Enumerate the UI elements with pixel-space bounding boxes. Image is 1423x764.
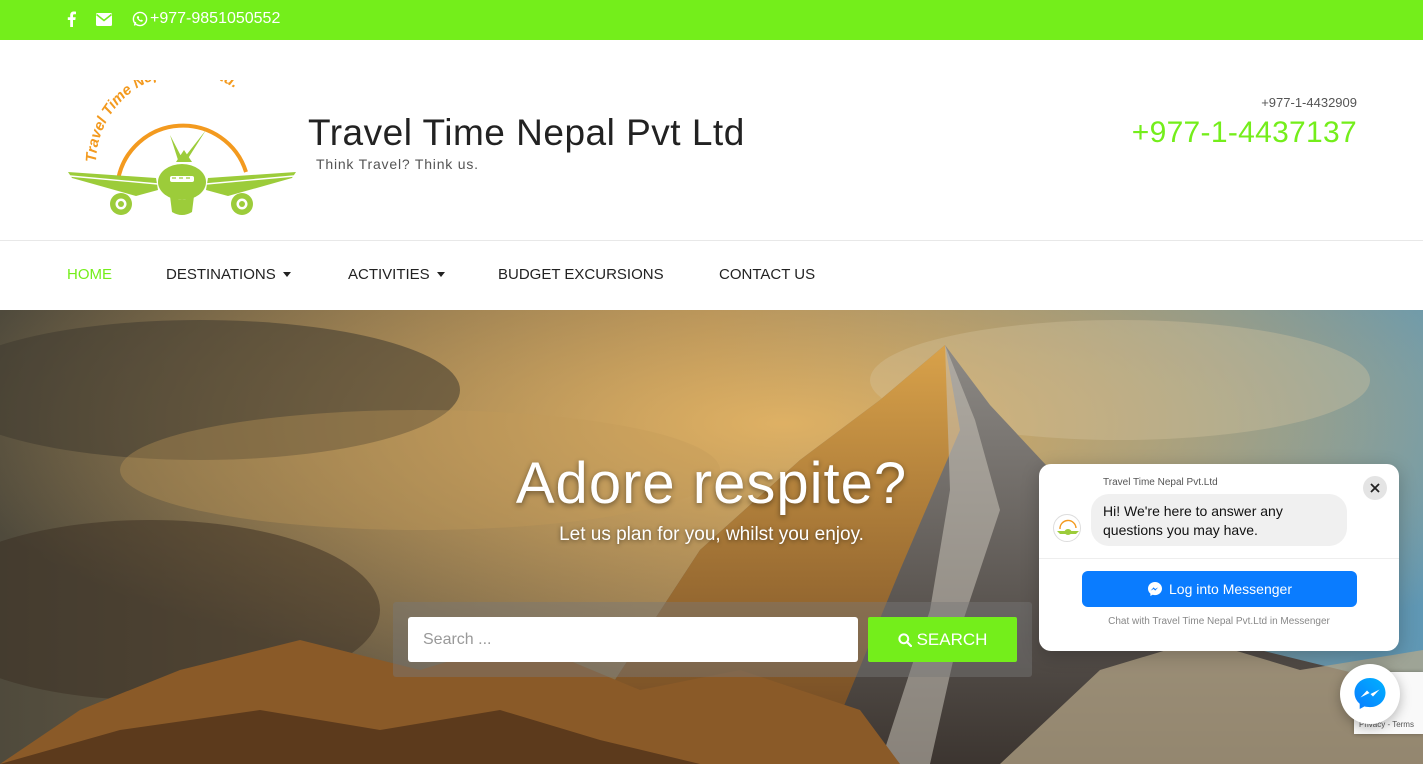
chat-footer-text: Chat with Travel Time Nepal Pvt.Ltd in M… bbox=[1108, 616, 1330, 627]
search-icon bbox=[897, 632, 912, 647]
nav-item-budget-excursions[interactable]: BUDGET EXCURSIONS bbox=[498, 266, 664, 283]
company-logo-mini-icon bbox=[1057, 519, 1079, 535]
nav-item-contact-us[interactable]: CONTACT US bbox=[719, 266, 815, 283]
top-bar: +977-9851050552 bbox=[0, 0, 1423, 40]
search-form: SEARCH bbox=[393, 602, 1032, 677]
search-button-label: SEARCH bbox=[916, 629, 988, 649]
svg-text:Travel Time Nepal Pvt. Ltd.: Travel Time Nepal Pvt. Ltd. bbox=[83, 80, 242, 163]
nav-item-label: DESTINATIONS bbox=[166, 266, 276, 283]
facebook-icon[interactable] bbox=[67, 11, 76, 32]
topbar-phone-text: +977-9851050552 bbox=[150, 10, 281, 27]
nav-item-label: BUDGET EXCURSIONS bbox=[498, 266, 664, 283]
nav-item-label: CONTACT US bbox=[719, 266, 816, 283]
whatsapp-icon bbox=[132, 11, 148, 27]
log-into-messenger-button[interactable]: Log into Messenger bbox=[1082, 571, 1357, 607]
phone-secondary[interactable]: +977-1-4432909 bbox=[1261, 95, 1357, 110]
nav-item-destinations[interactable]: DESTINATIONS bbox=[166, 266, 291, 283]
main-nav: HOME DESTINATIONS ACTIVITIES BUDGET EXCU… bbox=[0, 240, 1423, 310]
messenger-icon bbox=[1354, 678, 1386, 709]
chat-page-name: Travel Time Nepal Pvt.Ltd bbox=[1103, 477, 1218, 488]
envelope-icon[interactable] bbox=[96, 13, 112, 31]
company-logo[interactable]: Travel Time Nepal Pvt. Ltd. bbox=[66, 80, 298, 220]
topbar-phone-link[interactable]: +977-9851050552 bbox=[132, 10, 280, 28]
caret-down-icon bbox=[282, 272, 291, 277]
messenger-fab-button[interactable] bbox=[1340, 664, 1400, 724]
messenger-icon bbox=[1148, 582, 1163, 596]
logo-arc-text: Travel Time Nepal Pvt. Ltd. bbox=[83, 80, 242, 163]
nav-item-activities[interactable]: ACTIVITIES bbox=[348, 266, 445, 283]
log-into-messenger-label: Log into Messenger bbox=[1169, 581, 1292, 597]
site-tagline: Think Travel? Think us. bbox=[316, 156, 479, 172]
divider bbox=[1039, 558, 1399, 559]
nav-item-home[interactable]: HOME bbox=[67, 266, 112, 283]
close-icon bbox=[1370, 483, 1380, 493]
search-button[interactable]: SEARCH bbox=[868, 617, 1017, 662]
nav-item-label: ACTIVITIES bbox=[348, 266, 430, 283]
close-chat-button[interactable] bbox=[1363, 476, 1387, 500]
chat-avatar bbox=[1053, 514, 1081, 542]
nav-item-label: HOME bbox=[67, 266, 112, 283]
caret-down-icon bbox=[436, 272, 445, 277]
phone-primary[interactable]: +977-1-4437137 bbox=[1132, 116, 1357, 150]
site-title[interactable]: Travel Time Nepal Pvt Ltd bbox=[308, 112, 745, 154]
site-header: Travel Time Nepal Pvt. Ltd. Travel Time … bbox=[0, 40, 1423, 240]
search-input[interactable] bbox=[408, 617, 858, 662]
chat-greeting-bubble: Hi! We're here to answer any questions y… bbox=[1091, 494, 1347, 546]
messenger-chat-popup: Travel Time Nepal Pvt.Ltd Hi! We're here… bbox=[1039, 464, 1399, 651]
